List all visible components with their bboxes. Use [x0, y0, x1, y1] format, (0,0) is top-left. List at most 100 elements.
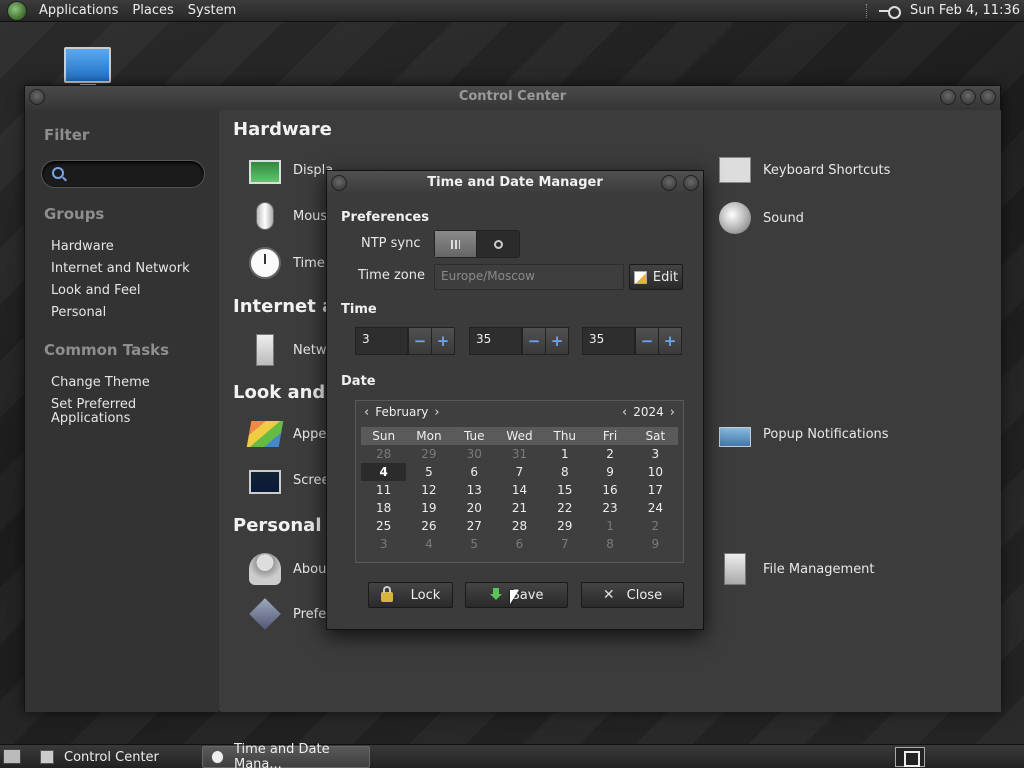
calendar-day[interactable]: 1: [587, 517, 632, 535]
item-popup-notifications[interactable]: Popup Notifications: [719, 421, 889, 447]
calendar-day[interactable]: 21: [497, 499, 542, 517]
item-mouse[interactable]: Mous: [249, 202, 327, 230]
seconds-decrement-button[interactable]: −: [635, 328, 658, 354]
filter-search-input[interactable]: [41, 160, 205, 188]
minutes-decrement-button[interactable]: −: [522, 328, 545, 354]
hours-spinner[interactable]: 3 − +: [355, 327, 455, 355]
calendar-day[interactable]: 20: [452, 499, 497, 517]
mate-logo-icon[interactable]: [7, 0, 27, 21]
dialog-menu-button[interactable]: [331, 175, 347, 191]
calendar-day[interactable]: 8: [542, 463, 587, 481]
item-keyboard-shortcuts[interactable]: Keyboard Shortcuts: [719, 157, 890, 183]
calendar-day[interactable]: 31: [497, 445, 542, 463]
calendar-day[interactable]: 5: [406, 463, 451, 481]
task-change-theme[interactable]: Change Theme: [51, 376, 211, 390]
window-menu-button[interactable]: [29, 89, 45, 105]
calendar-day[interactable]: 6: [497, 535, 542, 553]
prev-year-button[interactable]: ‹: [616, 405, 633, 420]
taskbar-time-date-manager[interactable]: Time and Date Mana...: [202, 742, 370, 768]
taskbar-control-center[interactable]: Control Center: [32, 746, 198, 768]
minimize-button[interactable]: [940, 89, 956, 105]
minutes-value[interactable]: 35: [470, 328, 522, 354]
seconds-increment-button[interactable]: +: [658, 328, 681, 354]
item-network[interactable]: Netw: [249, 334, 326, 366]
minutes-increment-button[interactable]: +: [545, 328, 568, 354]
next-year-button[interactable]: ›: [664, 405, 681, 420]
dialog-titlebar[interactable]: Time and Date Manager: [327, 171, 703, 195]
calendar-day[interactable]: 7: [542, 535, 587, 553]
dialog-minimize-button[interactable]: [661, 175, 677, 191]
calendar-day[interactable]: 15: [542, 481, 587, 499]
calendar-day[interactable]: 26: [406, 517, 451, 535]
calendar-day[interactable]: 5: [452, 535, 497, 553]
timezone-field[interactable]: Europe/Moscow: [434, 264, 624, 290]
item-file-management[interactable]: File Management: [719, 553, 875, 585]
calendar-day[interactable]: 13: [452, 481, 497, 499]
calendar-day[interactable]: 25: [361, 517, 406, 535]
close-button[interactable]: ✕ Close: [581, 582, 684, 608]
item-screensaver[interactable]: Scree: [249, 466, 329, 494]
calendar-day[interactable]: 19: [406, 499, 451, 517]
key-icon[interactable]: [878, 4, 901, 19]
calendar-day[interactable]: 11: [361, 481, 406, 499]
panel-clock[interactable]: Sun Feb 4, 11:36: [910, 3, 1020, 18]
calendar-day[interactable]: 24: [633, 499, 678, 517]
calendar-day[interactable]: 14: [497, 481, 542, 499]
calendar-day[interactable]: 17: [633, 481, 678, 499]
calendar-day[interactable]: 3: [361, 535, 406, 553]
edit-timezone-button[interactable]: Edit: [629, 264, 683, 290]
calendar-day[interactable]: 28: [361, 445, 406, 463]
calendar-day[interactable]: 23: [587, 499, 632, 517]
calendar-day[interactable]: 27: [452, 517, 497, 535]
calendar-day[interactable]: 4: [361, 463, 407, 481]
seconds-spinner[interactable]: 35 − +: [582, 327, 682, 355]
item-sound[interactable]: Sound: [719, 202, 804, 234]
group-internet-network[interactable]: Internet and Network: [51, 262, 211, 276]
item-display[interactable]: Displa: [249, 156, 333, 184]
calendar-day[interactable]: 8: [587, 535, 632, 553]
calendar-day[interactable]: 1: [542, 445, 587, 463]
item-time[interactable]: Time: [249, 247, 325, 279]
calendar-day[interactable]: 2: [633, 517, 678, 535]
hours-increment-button[interactable]: +: [431, 328, 454, 354]
calendar-day[interactable]: 18: [361, 499, 406, 517]
next-month-button[interactable]: ›: [428, 405, 445, 420]
group-look-feel[interactable]: Look and Feel: [51, 284, 211, 298]
calendar-day[interactable]: 9: [633, 535, 678, 553]
dialog-close-titlebar-button[interactable]: [683, 175, 699, 191]
calendar-day[interactable]: 6: [452, 463, 497, 481]
calendar-day[interactable]: 2: [587, 445, 632, 463]
calendar-day[interactable]: 30: [452, 445, 497, 463]
item-preferred-apps[interactable]: Prefe: [249, 598, 326, 630]
calendar-day[interactable]: 28: [497, 517, 542, 535]
show-desktop-icon[interactable]: [3, 749, 21, 764]
item-about-me[interactable]: Abou: [249, 553, 326, 585]
seconds-value[interactable]: 35: [583, 328, 635, 354]
calendar-day[interactable]: 29: [406, 445, 451, 463]
maximize-button[interactable]: [960, 89, 976, 105]
close-window-button[interactable]: [980, 89, 996, 105]
calendar-day[interactable]: 3: [633, 445, 678, 463]
calendar-day[interactable]: 7: [497, 463, 542, 481]
workspace-switcher[interactable]: [895, 747, 925, 767]
calendar-day[interactable]: 9: [587, 463, 632, 481]
ntp-sync-toggle[interactable]: [434, 230, 520, 258]
group-personal[interactable]: Personal: [51, 306, 211, 320]
calendar-day[interactable]: 12: [406, 481, 451, 499]
group-hardware[interactable]: Hardware: [51, 240, 211, 254]
calendar-day[interactable]: 22: [542, 499, 587, 517]
calendar-day[interactable]: 10: [633, 463, 678, 481]
hours-value[interactable]: 3: [356, 328, 408, 354]
menu-places[interactable]: Places: [126, 3, 181, 18]
computer-desktop-icon[interactable]: [64, 47, 111, 89]
lock-button[interactable]: Lock: [368, 582, 453, 608]
task-set-preferred-apps[interactable]: Set Preferred Applications: [51, 398, 151, 426]
control-center-titlebar[interactable]: Control Center: [25, 86, 1000, 110]
minutes-spinner[interactable]: 35 − +: [469, 327, 569, 355]
calendar-day[interactable]: 16: [587, 481, 632, 499]
item-appearance[interactable]: Appe: [246, 421, 326, 447]
menu-system[interactable]: System: [182, 3, 244, 18]
calendar-day[interactable]: 29: [542, 517, 587, 535]
menu-applications[interactable]: Applications: [33, 3, 126, 18]
hours-decrement-button[interactable]: −: [408, 328, 431, 354]
